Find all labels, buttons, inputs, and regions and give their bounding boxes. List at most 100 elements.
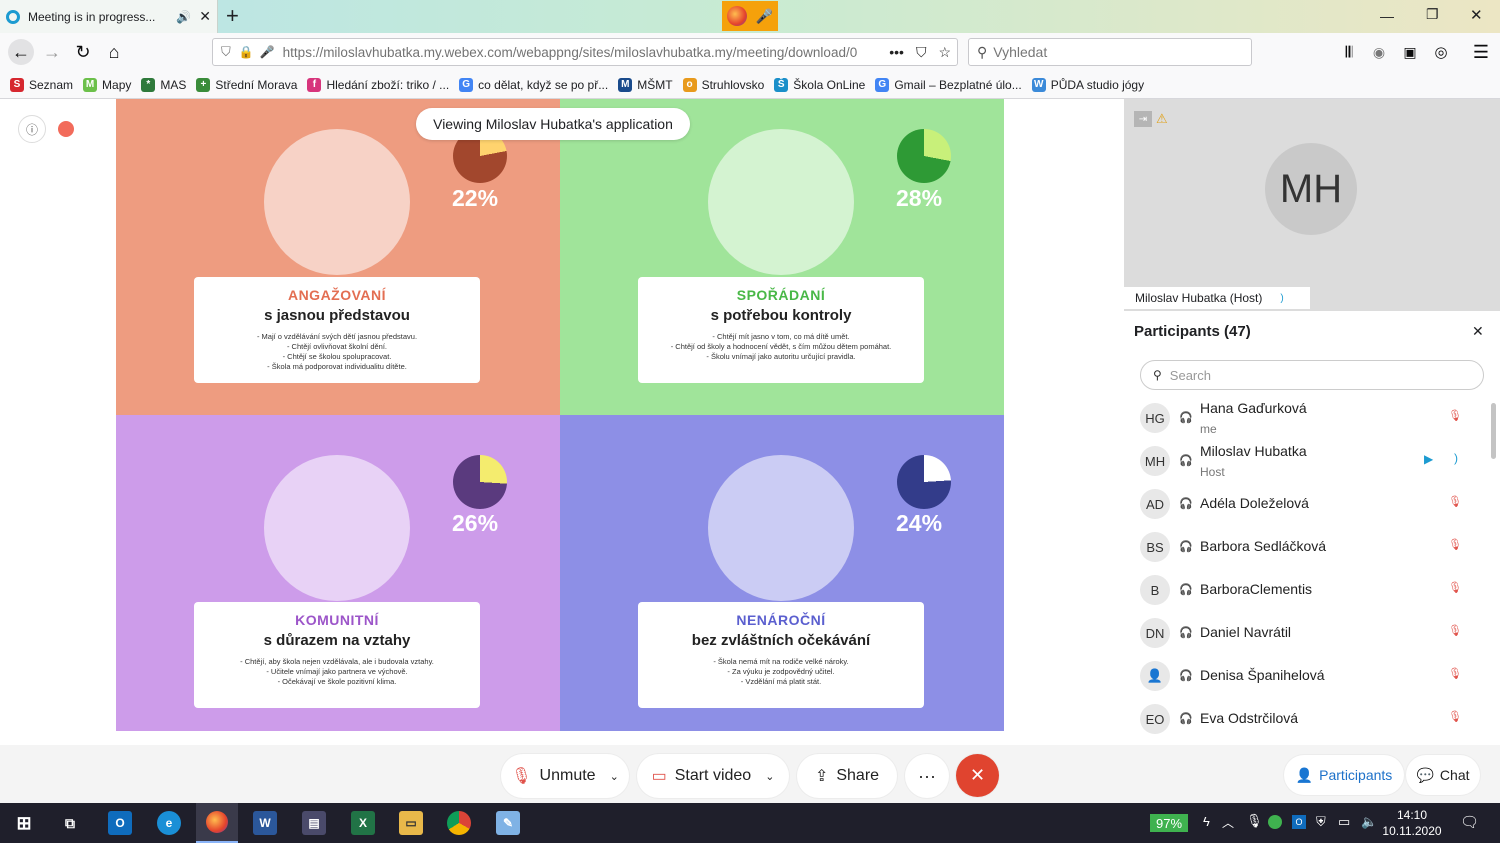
shield-icon[interactable]: ⛉ — [221, 44, 231, 60]
save-app-icon[interactable]: ▤ — [302, 811, 326, 835]
bookmark-item[interactable]: * MAS — [141, 77, 187, 92]
sharing-indicator[interactable]: 🎤 — [722, 1, 778, 31]
participant-row[interactable]: DN 🎧 Daniel Navrátil 🎙 — [1140, 614, 1480, 654]
charging-icon: ϟ — [1203, 814, 1210, 829]
file-explorer-icon[interactable]: ▭ — [399, 811, 423, 835]
bookmark-item[interactable]: G Gmail – Bezplatné úlo... — [875, 77, 1022, 92]
bookmark-label: PŮDA studio jógy — [1050, 77, 1145, 92]
mic-tray-icon[interactable]: 🎙 — [1246, 813, 1263, 829]
start-video-button[interactable]: ▭ Start video ⌄ — [637, 754, 789, 798]
participant-role: Host — [1200, 465, 1225, 479]
minimize-icon[interactable]: — — [1380, 8, 1394, 24]
firefox-taskbar-icon[interactable] — [196, 803, 238, 843]
bookmark-item[interactable]: f Hledání zboží: triko / ... — [307, 77, 449, 92]
lock-icon[interactable]: 🔒 — [239, 45, 254, 59]
participant-row[interactable]: B 🎧 BarboraClementis 🎙 — [1140, 571, 1480, 611]
outlook-tray-icon[interactable]: O — [1292, 815, 1306, 829]
card-line: - Chtějí mít jasno v tom, co má dítě umě… — [712, 332, 850, 341]
battery-tray-icon[interactable]: ▭ — [1338, 814, 1350, 830]
close-panel-icon[interactable]: ✕ — [1472, 323, 1484, 340]
participant-row[interactable]: BS 🎧 Barbora Sedláčková 🎙 — [1140, 528, 1480, 568]
sync-tray-icon[interactable] — [1268, 815, 1282, 829]
description-card: NENÁROČNÍ bez zvláštních očekávání - Škola… — [638, 602, 924, 708]
more-options-button[interactable]: ··· — [905, 754, 949, 798]
muted-mic-icon: 🎙 — [1448, 539, 1462, 551]
paint-icon[interactable]: ✎ — [496, 811, 520, 835]
excel-icon[interactable]: X — [351, 811, 375, 835]
volume-tray-icon[interactable]: 🔈 — [1361, 814, 1377, 830]
battery-indicator[interactable]: 97% — [1150, 814, 1189, 832]
chevron-down-icon[interactable]: ⌄ — [765, 770, 774, 783]
card-line: - Mají o vzdělávání svých dětí jasnou př… — [256, 332, 418, 341]
bookmark-item[interactable]: + Střední Morava — [196, 77, 297, 92]
extension-icon[interactable]: ◉ — [1368, 41, 1390, 63]
participant-row[interactable]: MH 🎧 Miloslav Hubatka Host ▶) — [1140, 442, 1480, 482]
unmute-button[interactable]: 🎙 Unmute ⌄ — [501, 754, 629, 798]
new-tab-button[interactable]: + — [226, 3, 239, 29]
percent-label: 26% — [452, 510, 499, 536]
search-bar[interactable]: ⚲ Vyhledat — [968, 38, 1252, 66]
bookmark-item[interactable]: S Seznam — [10, 77, 73, 92]
bookmark-label: MAS — [160, 77, 187, 92]
bookmark-item[interactable]: M MŠMT — [618, 77, 673, 92]
sidebar-icon[interactable]: ▣ — [1399, 41, 1421, 63]
percent-label: 24% — [896, 510, 943, 536]
info-icon[interactable]: ⓘ — [18, 115, 46, 143]
headset-icon: 🎧 — [1179, 627, 1193, 639]
participant-row[interactable]: HG 🎧 Hana Gaďurková me 🎙 — [1140, 399, 1480, 439]
participant-search-input[interactable]: ⚲ Search — [1140, 360, 1484, 390]
word-icon[interactable]: W — [253, 811, 277, 835]
show-hidden-icons[interactable]: ︿ — [1222, 814, 1234, 831]
outlook-icon[interactable]: O — [108, 811, 132, 835]
chevron-down-icon[interactable]: ⌄ — [610, 770, 619, 783]
security-tray-icon[interactable]: ⛨ — [1316, 814, 1326, 830]
video-avatar: MH — [1265, 143, 1357, 235]
bookmark-item[interactable]: Š Škola OnLine — [774, 77, 866, 92]
close-tab-icon[interactable]: ✕ — [199, 8, 211, 25]
notifications-icon[interactable]: 🗨 — [1460, 813, 1479, 831]
windows-start-icon[interactable]: ⊞ — [12, 811, 36, 835]
warning-icon[interactable]: ⚠ — [1156, 111, 1168, 127]
card-line: - Chtějí ovlivňovat školní dění. — [286, 342, 388, 351]
chat-button[interactable]: 💬 Chat — [1406, 755, 1480, 795]
participant-row[interactable]: AD 🎧 Adéla Doleželová 🎙 — [1140, 485, 1480, 525]
participant-list: HG 🎧 Hana Gaďurková me 🎙 MH 🎧 Miloslav Hubatka H… — [1124, 399, 1500, 745]
bookmark-item[interactable]: W PŮDA studio jógy — [1031, 77, 1145, 92]
bookmark-label: Škola OnLine — [793, 77, 866, 92]
pocket-icon[interactable]: ⛉ — [916, 44, 927, 61]
bookmark-star-icon[interactable]: ☆ — [938, 44, 951, 61]
page-actions-icon[interactable]: ••• — [889, 44, 904, 60]
bookmark-item[interactable]: M Mapy — [83, 77, 131, 92]
participant-row[interactable]: 👤 🎧 Denisa Španihelová 🎙 — [1140, 657, 1480, 697]
clock[interactable]: 14:10 10.11.2020 — [1382, 807, 1442, 839]
speaker-icon[interactable]: 🔊 — [176, 10, 191, 24]
share-button[interactable]: ⇪ Share — [797, 754, 897, 798]
back-icon[interactable]: ← — [8, 39, 34, 65]
account-icon[interactable]: ◎ — [1430, 41, 1452, 63]
chrome-icon[interactable] — [447, 811, 471, 835]
illustration-image — [708, 455, 854, 601]
recording-indicator-icon[interactable] — [58, 121, 74, 137]
bookmark-item[interactable]: Gco dělat, když se po př... — [459, 77, 608, 92]
participant-row[interactable]: EO 🎧 Eva Odstrčilová 🎙 — [1140, 700, 1480, 740]
home-icon[interactable]: ⌂ — [103, 41, 125, 63]
camera-permission-icon[interactable]: 🎤 — [260, 45, 275, 59]
restore-icon[interactable]: ❐ — [1426, 6, 1439, 23]
edge-icon[interactable]: e — [157, 811, 181, 835]
leave-meeting-button[interactable]: ✕ — [956, 754, 999, 797]
task-view-icon[interactable]: ⧉ — [58, 811, 82, 835]
scrollbar[interactable] — [1491, 403, 1496, 459]
video-name-label: Miloslav Hubatka (Host) ) — [1124, 287, 1310, 309]
library-icon[interactable]: 𝄃𝄃 — [1338, 41, 1360, 63]
collapse-panel-icon[interactable]: ⇥ — [1134, 111, 1152, 127]
browser-tab[interactable]: Meeting is in progress... 🔊 ✕ — [0, 0, 218, 33]
close-window-icon[interactable]: ✕ — [1470, 6, 1483, 24]
forward-icon[interactable]: → — [41, 41, 63, 63]
menu-icon[interactable]: ☰ — [1470, 41, 1492, 63]
firefox-icon — [726, 6, 747, 26]
bookmark-item[interactable]: o Struhlovsko — [682, 77, 764, 92]
url-bar[interactable]: ⛉ 🔒 🎤 https://miloslavhubatka.my.webex.c… — [212, 38, 958, 66]
participants-button[interactable]: 👤 Participants — [1284, 755, 1404, 795]
card-title: ANGAŽOVANÍ — [287, 287, 387, 303]
reload-icon[interactable]: ↻ — [72, 41, 94, 63]
